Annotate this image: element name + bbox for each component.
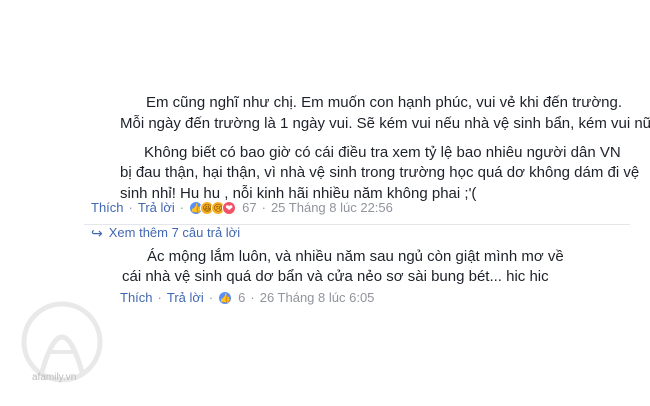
reaction-icons[interactable]: 👍 bbox=[218, 291, 233, 305]
reaction-icons[interactable]: 👍 😆 😢 ❤ bbox=[189, 201, 237, 215]
reaction-count[interactable]: 6 bbox=[238, 290, 245, 306]
separator-dot: · bbox=[250, 290, 255, 305]
separator-dot: · bbox=[128, 200, 133, 215]
separator-dot: · bbox=[157, 290, 162, 305]
reaction-count[interactable]: 67 bbox=[242, 200, 256, 216]
watermark-logo bbox=[21, 301, 103, 383]
view-more-replies-label: Xem thêm 7 câu trả lời bbox=[108, 225, 241, 240]
comment-1-line-4: bị đau thận, hại thận, vì nhà vệ sinh tr… bbox=[120, 164, 640, 181]
view-more-replies-link[interactable]: ↪ Xem thêm 7 câu trả lời bbox=[91, 224, 240, 242]
comment-1-line-3: Không biết có bao giờ có cái điều tra xe… bbox=[144, 144, 621, 161]
separator-dot: · bbox=[179, 200, 185, 215]
reply-button[interactable]: Trả lời bbox=[167, 290, 204, 306]
like-icon: 👍 bbox=[218, 291, 233, 305]
like-button[interactable]: Thích bbox=[91, 200, 124, 216]
comment-timestamp[interactable]: 25 Tháng 8 lúc 22:56 bbox=[271, 200, 393, 216]
comment-1-line-1: Em cũng nghĩ như chị. Em muốn con hạnh p… bbox=[146, 94, 623, 111]
comment-1-line-2: Mỗi ngày đến trường là 1 ngày vui. Sẽ ké… bbox=[120, 115, 650, 132]
like-button[interactable]: Thích bbox=[120, 290, 153, 306]
comment-2-actions: Thích · Trả lời · 👍 6 · 26 Tháng 8 lúc 6… bbox=[120, 290, 374, 306]
comment-1-actions: Thích · Trả lời · 👍 😆 😢 ❤ 67 · 25 Tháng … bbox=[91, 200, 393, 216]
comment-2-line-1: Ác mộng lắm luôn, và nhiều năm sau ngủ c… bbox=[147, 248, 564, 265]
watermark-text: afamily.vn bbox=[32, 372, 77, 383]
comment-timestamp[interactable]: 26 Tháng 8 lúc 6:05 bbox=[260, 290, 375, 306]
separator-dot: · bbox=[261, 200, 266, 215]
comment-2-line-2: cái nhà vệ sinh quá dơ bẩn và cửa nẻo sơ… bbox=[122, 268, 549, 285]
reply-arrow-icon: ↪ bbox=[91, 225, 103, 241]
love-icon: ❤ bbox=[222, 201, 237, 215]
separator-dot: · bbox=[208, 290, 214, 305]
reply-button[interactable]: Trả lời bbox=[138, 200, 175, 216]
